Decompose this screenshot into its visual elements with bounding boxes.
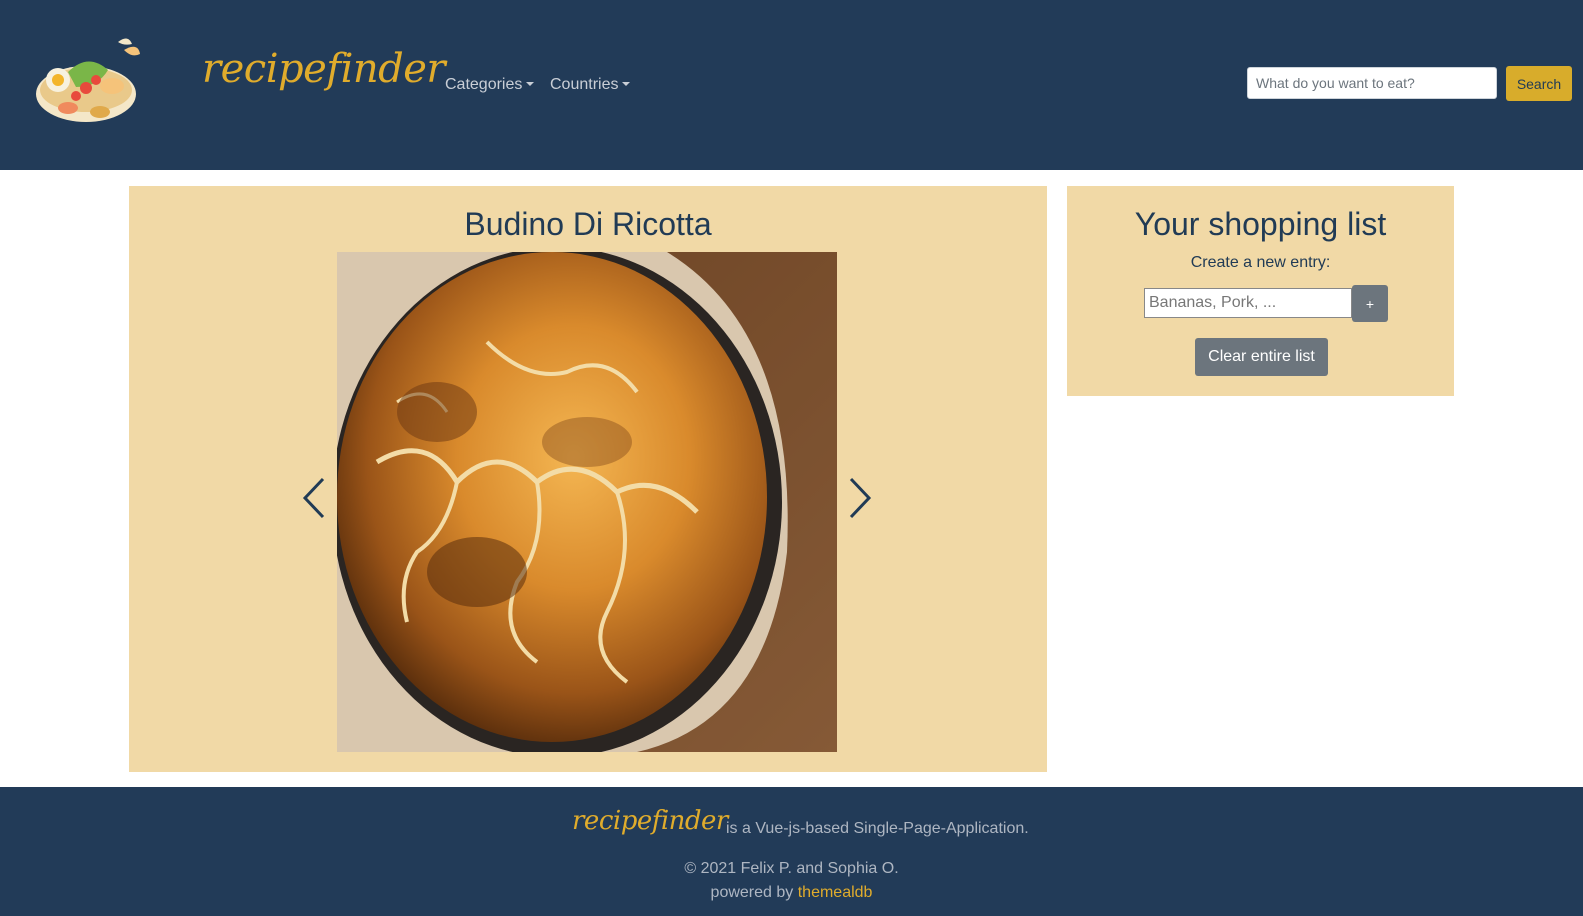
navbar: recipefinder Categories Countries Search	[0, 0, 1583, 170]
footer-copyright: © 2021 Felix P. and Sophia O.	[684, 860, 899, 877]
themealdb-link[interactable]: themealdb	[798, 884, 873, 901]
footer-brand-logo-text: recipefinder	[572, 806, 728, 836]
chevron-down-icon	[622, 82, 631, 86]
carousel-next-icon[interactable]	[847, 476, 873, 520]
carousel-prev-icon[interactable]	[301, 476, 327, 520]
footer-powered-by: powered by themealdb	[0, 884, 1583, 902]
footer: recipefinder is a Vue-js-based Single-Pa…	[0, 787, 1583, 916]
search-button[interactable]: Search	[1506, 66, 1572, 101]
recipe-title: Budino Di Ricotta	[464, 206, 712, 242]
recipe-card: Budino Di Ricotta	[129, 186, 1047, 772]
clear-list-button[interactable]: Clear entire list	[1195, 338, 1328, 376]
categories-dropdown[interactable]: Categories	[445, 76, 535, 94]
shopping-list-title: Your shopping list	[1134, 206, 1387, 242]
shopping-list-card: Your shopping list Create a new entry: +…	[1067, 186, 1454, 396]
footer-description: is a Vue-js-based Single-Page-Applicatio…	[726, 820, 1029, 837]
countries-dropdown[interactable]: Countries	[550, 76, 631, 94]
shopping-entry-input[interactable]	[1144, 288, 1352, 318]
recipe-image	[337, 252, 837, 752]
add-entry-button[interactable]: +	[1352, 285, 1388, 322]
countries-label: Countries	[550, 76, 619, 93]
brand-logo-text[interactable]: recipefinder	[202, 46, 446, 92]
shopping-list-subtitle: Create a new entry:	[1190, 254, 1331, 271]
food-bowl-logo-icon[interactable]	[28, 32, 148, 132]
categories-label: Categories	[445, 76, 523, 93]
chevron-down-icon	[526, 82, 535, 86]
search-input[interactable]	[1247, 67, 1497, 99]
powered-by-label: powered by	[710, 884, 798, 901]
